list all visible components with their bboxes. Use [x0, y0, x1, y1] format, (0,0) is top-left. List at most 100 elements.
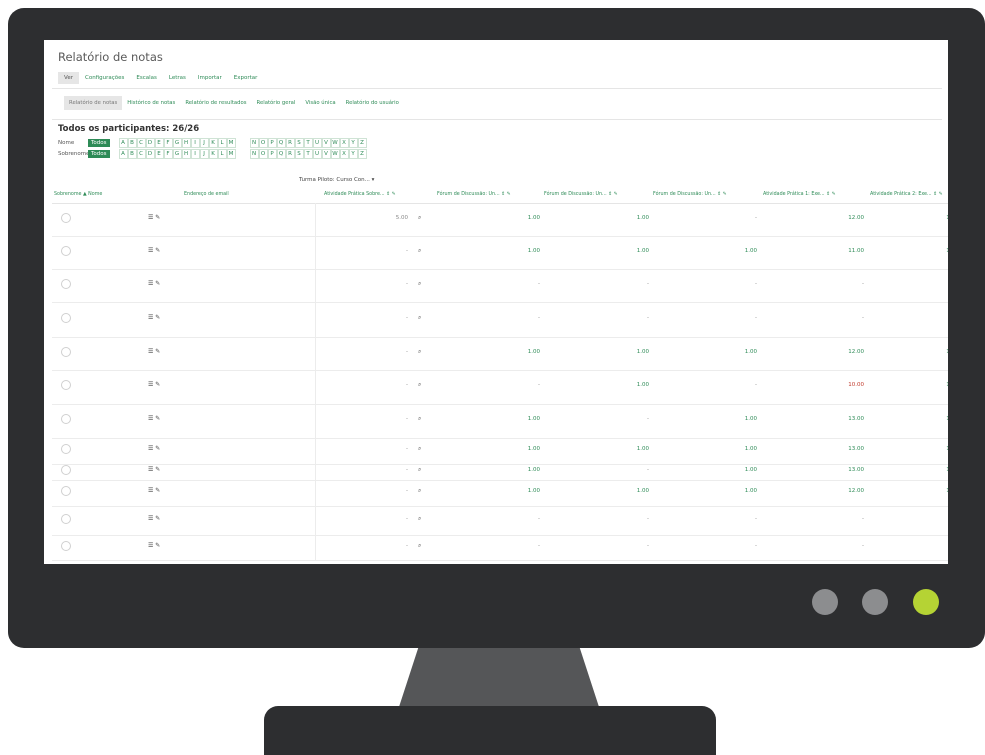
edit-icons[interactable]: ☰ ✎ [148, 247, 160, 254]
filter-letter[interactable]: X [339, 138, 349, 148]
grade-cell[interactable]: 1.00 [500, 446, 540, 452]
grade-cell[interactable]: - [609, 543, 649, 549]
grade-cell[interactable]: 13.00 [824, 416, 864, 422]
edit-icons[interactable]: ☰ ✎ [148, 314, 160, 321]
grade-cell[interactable]: - [368, 382, 408, 388]
column-header[interactable]: Fórum de Discussão: Un... ⇕ ✎ [544, 192, 618, 197]
grade-cell[interactable]: - [717, 281, 757, 287]
grade-cell[interactable]: 13.00 [922, 248, 948, 254]
filter-all-button[interactable]: Todos [88, 139, 110, 147]
tab-relat-rio-de-resultados[interactable]: Relatório de resultados [180, 96, 251, 110]
column-header[interactable]: Atividade Prática 1: Exe... ⇕ ✎ [763, 192, 836, 197]
edit-icons[interactable]: ☰ ✎ [148, 445, 160, 452]
filter-letter[interactable]: S [294, 149, 304, 159]
tab-hist-rico-de-notas[interactable]: Histórico de notas [122, 96, 180, 110]
grade-cell[interactable]: - [609, 315, 649, 321]
grade-cell[interactable]: 1.00 [500, 488, 540, 494]
edit-icons[interactable]: ☰ ✎ [148, 280, 160, 287]
grade-cell[interactable]: 1.00 [717, 349, 757, 355]
grade-cell[interactable]: - [368, 349, 408, 355]
grade-cell[interactable]: 15.00 [922, 488, 948, 494]
filter-letter[interactable]: F [163, 149, 173, 159]
grade-cell[interactable]: - [609, 516, 649, 522]
grade-cell[interactable]: 14.00 [922, 349, 948, 355]
filter-letter[interactable]: B [127, 149, 137, 159]
grade-cell[interactable]: - [824, 543, 864, 549]
grade-cell[interactable]: - [368, 543, 408, 549]
filter-letter[interactable]: U [312, 149, 322, 159]
filter-letter[interactable]: D [145, 138, 155, 148]
grade-cell[interactable]: - [500, 382, 540, 388]
grade-cell[interactable]: - [922, 543, 948, 549]
search-icon[interactable]: ⌕ [418, 247, 421, 255]
grade-cell[interactable]: 13.00 [824, 446, 864, 452]
grade-cell[interactable]: 1.00 [717, 248, 757, 254]
filter-letter[interactable]: I [190, 138, 200, 148]
grade-cell[interactable]: - [368, 446, 408, 452]
filter-letter[interactable]: C [136, 138, 146, 148]
filter-letter[interactable]: C [136, 149, 146, 159]
grade-cell[interactable]: 1.00 [717, 446, 757, 452]
nav-item-exportar[interactable]: Exportar [228, 72, 264, 84]
filter-letter[interactable]: I [190, 149, 200, 159]
grade-cell[interactable]: - [922, 516, 948, 522]
grade-cell[interactable]: 10.00 [824, 382, 864, 388]
search-icon[interactable]: ⌕ [418, 466, 421, 474]
filter-letter[interactable]: K [208, 138, 218, 148]
search-icon[interactable]: ⌕ [418, 542, 421, 550]
search-icon[interactable]: ⌕ [418, 314, 421, 322]
filter-letter[interactable]: A [118, 149, 128, 159]
grade-cell[interactable]: 11.00 [922, 382, 948, 388]
nav-item-ver[interactable]: Ver [58, 72, 79, 84]
edit-icons[interactable]: ☰ ✎ [148, 542, 160, 549]
grade-cell[interactable]: 1.00 [717, 467, 757, 473]
grade-cell[interactable]: - [500, 281, 540, 287]
search-icon[interactable]: ⌕ [418, 487, 421, 495]
grade-cell[interactable]: 15.00 [922, 467, 948, 473]
grade-cell[interactable]: - [368, 248, 408, 254]
filter-letter[interactable]: Z [357, 149, 367, 159]
nav-item-escalas[interactable]: Escalas [130, 72, 163, 84]
filter-letter[interactable]: K [208, 149, 218, 159]
grade-cell[interactable]: 1.00 [500, 416, 540, 422]
filter-letter[interactable]: E [154, 149, 164, 159]
filter-letter[interactable]: T [303, 149, 313, 159]
filter-letter[interactable]: N [249, 149, 259, 159]
grade-cell[interactable]: - [500, 543, 540, 549]
filter-letter[interactable]: H [181, 149, 191, 159]
edit-icons[interactable]: ☰ ✎ [148, 348, 160, 355]
grade-cell[interactable]: - [609, 467, 649, 473]
search-icon[interactable]: ⌕ [418, 214, 421, 222]
grade-cell[interactable]: - [824, 315, 864, 321]
filter-letter[interactable]: T [303, 138, 313, 148]
grade-cell[interactable]: 1.00 [500, 248, 540, 254]
filter-letter[interactable]: V [321, 149, 331, 159]
column-header[interactable]: Atividade Prática 2: Exe... ⇕ ✎ [870, 192, 943, 197]
grade-cell[interactable]: - [717, 315, 757, 321]
filter-letter[interactable]: M [226, 149, 236, 159]
grade-cell[interactable]: 1.00 [609, 488, 649, 494]
search-icon[interactable]: ⌕ [418, 348, 421, 356]
grade-cell[interactable]: - [717, 382, 757, 388]
edit-icons[interactable]: ☰ ✎ [148, 415, 160, 422]
grade-cell[interactable]: - [609, 416, 649, 422]
filter-letter[interactable]: R [285, 149, 295, 159]
nav-item-letras[interactable]: Letras [163, 72, 192, 84]
tab-relat-rio-de-notas[interactable]: Relatório de notas [64, 96, 123, 110]
search-icon[interactable]: ⌕ [418, 445, 421, 453]
column-header[interactable]: Sobrenome ▲ Nome [54, 192, 102, 197]
filter-letter[interactable]: O [258, 149, 268, 159]
edit-icons[interactable]: ☰ ✎ [148, 381, 160, 388]
grade-cell[interactable]: - [368, 488, 408, 494]
filter-letter[interactable]: H [181, 138, 191, 148]
filter-letter[interactable]: Q [276, 138, 286, 148]
column-header[interactable]: Endereço de email [184, 192, 229, 197]
grade-cell[interactable]: 1.00 [717, 488, 757, 494]
filter-letter[interactable]: R [285, 138, 295, 148]
filter-letter[interactable]: A [118, 138, 128, 148]
grade-cell[interactable]: 1.00 [609, 446, 649, 452]
grade-cell[interactable]: - [368, 281, 408, 287]
column-header[interactable]: Fórum de Discussão: Un... ⇕ ✎ [437, 192, 511, 197]
grade-cell[interactable]: 1.00 [609, 382, 649, 388]
filter-letter[interactable]: Z [357, 138, 367, 148]
